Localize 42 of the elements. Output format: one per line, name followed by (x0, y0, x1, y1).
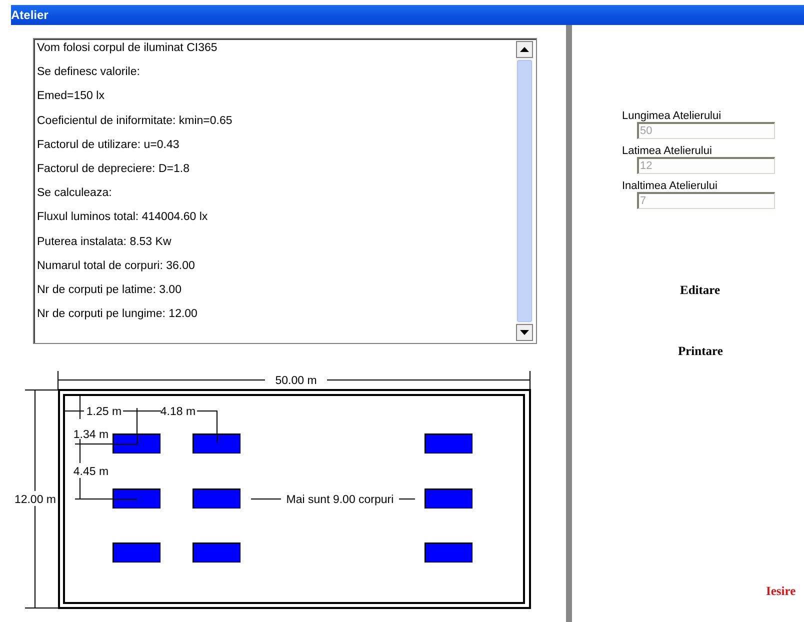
width-label: 12.00 m (14, 494, 56, 506)
result-line: Emed=150 lx (37, 89, 106, 104)
remaining-label: Mai sunt 9.00 corpuri (286, 494, 394, 506)
result-line: Nr de corputi pe latime: 3.00 (37, 282, 182, 298)
luminaire (424, 434, 472, 454)
result-line: Puterea instalata: 8.53 Kw (37, 234, 172, 250)
scrollbar[interactable] (516, 41, 533, 341)
result-line: Numarul total de corpuri: 36.00 (37, 258, 196, 274)
spacing-y-label: 4.45 m (73, 466, 109, 478)
result-line: Se calculeaza: (37, 186, 113, 202)
leader-line (250, 498, 282, 500)
offset-x-label: 1.25 m (86, 406, 122, 418)
luminaire (112, 434, 160, 454)
result-line: Factorul de depreciere: D=1.8 (37, 162, 190, 177)
scroll-thumb[interactable] (517, 60, 532, 322)
result-line: Fluxul luminos total: 414004.60 lx (37, 210, 209, 226)
length-label: 50.00 m (275, 375, 317, 387)
luminaire (192, 542, 240, 562)
result-line: Factorul de utilizare: u=0.43 (37, 138, 180, 153)
offset-y-label: 1.34 m (73, 429, 109, 441)
window-title: Atelier (11, 8, 48, 22)
field-label: Latimea Atelierului (622, 145, 713, 157)
spacing-x-label: 4.18 m (160, 406, 196, 418)
result-line: Vom folosi corpul de iluminat CI365 (37, 41, 218, 56)
luminaire (112, 542, 160, 562)
luminaire (112, 488, 160, 508)
scroll-up-icon[interactable] (516, 41, 533, 58)
field-label: Lungimea Atelierului (622, 110, 722, 122)
luminaire (192, 434, 240, 454)
field-label: Inaltimea Atelierului (622, 180, 718, 192)
luminaire (424, 488, 472, 508)
results-text-area[interactable] (33, 38, 537, 344)
leader-line (398, 498, 416, 500)
result-line: Coeficientul de iniformitate: kmin=0.65 (37, 114, 234, 129)
luminaire (424, 542, 472, 562)
scroll-down-icon[interactable] (516, 324, 533, 341)
result-line: Se definesc valorile: (37, 65, 141, 80)
result-line: Nr de corputi pe lungime: 12.00 (37, 307, 198, 322)
luminaire (192, 488, 240, 508)
action-button[interactable]: Printare (678, 344, 723, 359)
action-button[interactable]: Editare (680, 283, 720, 298)
exit-button[interactable]: Iesire (766, 584, 796, 599)
